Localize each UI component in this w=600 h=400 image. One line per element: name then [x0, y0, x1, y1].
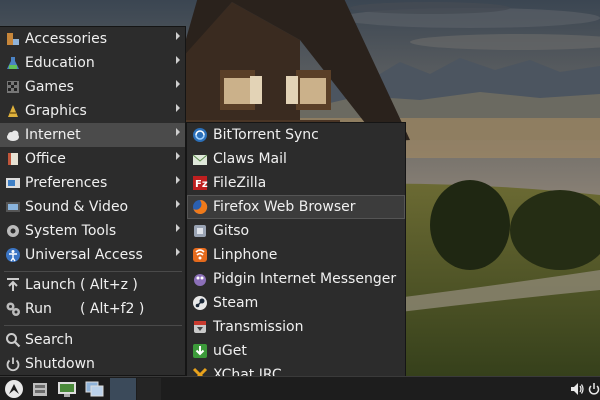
submenu-item-pidgin[interactable]: Pidgin Internet Messenger — [187, 267, 405, 291]
submenu-item-uget[interactable]: uGet — [187, 339, 405, 363]
chevron-right-icon — [176, 200, 180, 208]
submenu-item-linphone[interactable]: Linphone — [187, 243, 405, 267]
graphics-icon — [5, 103, 21, 119]
taskbar — [0, 376, 600, 400]
submenu-item-label: Pidgin Internet Messenger — [213, 271, 397, 287]
menu-item-graphics[interactable]: Graphics — [0, 99, 185, 123]
chevron-right-icon — [176, 128, 180, 136]
linphone-icon — [192, 247, 208, 263]
submenu-item-transmission[interactable]: Transmission — [187, 315, 405, 339]
workspace-1[interactable] — [110, 378, 136, 400]
menu-item-office[interactable]: Office — [0, 147, 185, 171]
menu-item-games[interactable]: Games — [0, 75, 185, 99]
system-monitor-icon[interactable] — [54, 378, 80, 400]
chevron-right-icon — [176, 176, 180, 184]
chevron-right-icon — [176, 56, 180, 64]
education-icon — [5, 55, 21, 71]
start-menu-icon[interactable] — [2, 378, 26, 400]
submenu-item-label: FileZilla — [213, 175, 267, 191]
submenu-item-label: Firefox Web Browser — [213, 199, 356, 215]
bittorrent-sync-icon — [192, 127, 208, 143]
system-tools-icon — [5, 223, 21, 239]
menu-item-system-tools[interactable]: System Tools — [0, 219, 185, 243]
gitso-icon — [192, 223, 208, 239]
submenu-item-label: Claws Mail — [213, 151, 287, 167]
menu-item-sound-video[interactable]: Sound & Video — [0, 195, 185, 219]
shutdown-button[interactable]: Shutdown — [0, 352, 185, 376]
office-icon — [5, 151, 21, 167]
claws-mail-icon — [192, 151, 208, 167]
transmission-icon — [192, 319, 208, 335]
submenu-item-filezilla[interactable]: Fz FileZilla — [187, 171, 405, 195]
search-icon — [5, 332, 21, 348]
submenu-item-firefox[interactable]: Firefox Web Browser — [187, 195, 405, 219]
svg-text:Fz: Fz — [195, 179, 208, 190]
submenu-item-label: BitTorrent Sync — [213, 127, 319, 143]
preferences-icon — [5, 175, 21, 191]
submenu-item-label: Steam — [213, 295, 259, 311]
menu-item-label: Education — [25, 55, 95, 71]
menu-item-label: Sound & Video — [25, 199, 129, 215]
sound-video-icon — [5, 199, 21, 215]
internet-icon — [5, 127, 21, 143]
menu-item-label: Office — [25, 151, 66, 167]
menu-item-label: System Tools — [25, 223, 117, 239]
run-label: Run — [25, 301, 52, 317]
search-button[interactable]: Search — [0, 328, 185, 352]
shutdown-label: Shutdown — [25, 356, 95, 372]
launch-button[interactable]: Launch ( Alt+z ) — [0, 273, 185, 297]
chevron-right-icon — [176, 224, 180, 232]
power-icon — [5, 356, 21, 372]
filezilla-icon: Fz — [192, 175, 208, 191]
menu-item-label: Accessories — [25, 31, 108, 47]
chevron-right-icon — [176, 152, 180, 160]
menu-item-label: Games — [25, 79, 74, 95]
menu-item-preferences[interactable]: Preferences — [0, 171, 185, 195]
power-icon[interactable] — [588, 378, 600, 400]
launch-shortcut: ( Alt+z ) — [80, 277, 138, 293]
chevron-right-icon — [176, 104, 180, 112]
menu-item-label: Preferences — [25, 175, 108, 191]
menu-separator — [4, 325, 182, 326]
pidgin-icon — [192, 271, 208, 287]
menu-item-education[interactable]: Education — [0, 51, 185, 75]
menu-item-universal-access[interactable]: Universal Access — [0, 243, 185, 267]
accessories-icon — [5, 31, 21, 47]
show-desktop-icon[interactable] — [82, 378, 108, 400]
search-label: Search — [25, 332, 74, 348]
submenu-item-steam[interactable]: Steam — [187, 291, 405, 315]
chevron-right-icon — [176, 80, 180, 88]
gears-icon — [5, 301, 21, 317]
games-icon — [5, 79, 21, 95]
workspace-2[interactable] — [137, 378, 161, 400]
submenu-item-claws-mail[interactable]: Claws Mail — [187, 147, 405, 171]
uget-icon — [192, 343, 208, 359]
menu-item-internet[interactable]: Internet — [0, 123, 185, 147]
menu-separator — [4, 271, 182, 272]
run-shortcut: ( Alt+f2 ) — [80, 301, 145, 317]
chevron-right-icon — [176, 32, 180, 40]
menu-item-label: Universal Access — [25, 247, 143, 263]
submenu-item-label: Transmission — [213, 319, 304, 335]
application-menu: Accessories Education Games Graphics Int… — [0, 26, 186, 376]
submenu-item-label: uGet — [213, 343, 247, 359]
menu-item-label: Internet — [25, 127, 81, 143]
launch-label: Launch — [25, 277, 76, 293]
file-manager-icon[interactable] — [28, 378, 52, 400]
universal-access-icon — [5, 247, 21, 263]
firefox-icon — [192, 199, 208, 215]
run-button[interactable]: Run ( Alt+f2 ) — [0, 297, 185, 321]
submenu-item-gitso[interactable]: Gitso — [187, 219, 405, 243]
submenu-item-bittorrent-sync[interactable]: BitTorrent Sync — [187, 123, 405, 147]
steam-icon — [192, 295, 208, 311]
submenu-item-label: Gitso — [213, 223, 250, 239]
menu-item-label: Graphics — [25, 103, 87, 119]
menu-item-accessories[interactable]: Accessories — [0, 27, 185, 51]
volume-icon[interactable] — [568, 378, 586, 400]
launch-icon — [5, 277, 21, 293]
internet-submenu: BitTorrent Sync Claws Mail Fz FileZilla … — [186, 122, 406, 386]
submenu-item-label: Linphone — [213, 247, 278, 263]
chevron-right-icon — [176, 248, 180, 256]
